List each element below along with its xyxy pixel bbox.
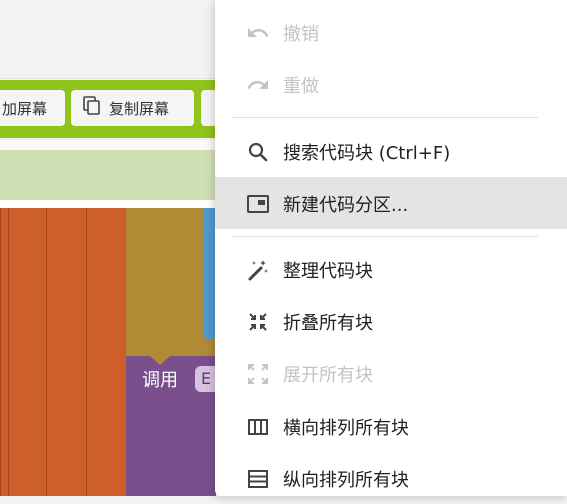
- menu-item-label: 整理代码块: [283, 261, 373, 282]
- menu-separator: [231, 236, 538, 237]
- expand-icon: [246, 362, 270, 386]
- control-block[interactable]: [126, 208, 216, 356]
- menu-item-arrange-vertical[interactable]: 纵向排列所有块: [215, 452, 567, 504]
- menu-item-tidy-blocks[interactable]: 整理代码块: [215, 243, 567, 295]
- menu-item-redo[interactable]: 重做: [215, 58, 567, 110]
- menu-item-label: 折叠所有块: [283, 313, 373, 334]
- procedure-name-chip[interactable]: E: [195, 366, 216, 392]
- menu-item-expand-all[interactable]: 展开所有块: [215, 347, 567, 399]
- copy-screen-button[interactable]: 复制屏幕: [71, 90, 194, 126]
- menu-item-label: 搜索代码块 (Ctrl+F): [283, 143, 451, 164]
- search-icon: [246, 140, 270, 164]
- rows-icon: [246, 467, 270, 491]
- workspace-context-menu: 撤销 重做 搜索代码块 (Ctrl+F) 新建代码分区... 整理代码块 折叠所…: [215, 0, 567, 496]
- add-screen-label: 加屏幕: [2, 99, 48, 118]
- copy-icon: [83, 96, 109, 120]
- copy-screen-label: 复制屏幕: [109, 99, 170, 118]
- new-section-icon: [246, 192, 270, 216]
- event-block[interactable]: [8, 208, 47, 496]
- add-screen-button[interactable]: 加屏幕: [0, 90, 65, 126]
- menu-item-collapse-all[interactable]: 折叠所有块: [215, 295, 567, 347]
- collapse-icon: [246, 310, 270, 334]
- menu-item-undo[interactable]: 撤销: [215, 6, 567, 58]
- call-block-label: 调用: [142, 370, 178, 391]
- menu-item-label: 展开所有块: [283, 365, 373, 386]
- menu-item-search-blocks[interactable]: 搜索代码块 (Ctrl+F): [215, 125, 567, 177]
- columns-icon: [246, 415, 270, 439]
- redo-icon: [246, 73, 270, 97]
- menu-separator: [231, 117, 538, 118]
- event-block[interactable]: [86, 208, 127, 496]
- magic-wand-icon: [246, 258, 270, 282]
- menu-item-arrange-horizontal[interactable]: 横向排列所有块: [215, 400, 567, 452]
- menu-item-new-section[interactable]: 新建代码分区...: [215, 177, 567, 229]
- menu-item-label: 纵向排列所有块: [283, 470, 409, 491]
- menu-item-label: 重做: [283, 76, 319, 97]
- menu-item-label: 撤销: [283, 24, 319, 45]
- menu-item-label: 横向排列所有块: [283, 418, 409, 439]
- event-block[interactable]: [46, 208, 87, 496]
- block-connector-notch: [150, 356, 170, 365]
- undo-icon: [246, 21, 270, 45]
- menu-item-label: 新建代码分区...: [283, 195, 409, 216]
